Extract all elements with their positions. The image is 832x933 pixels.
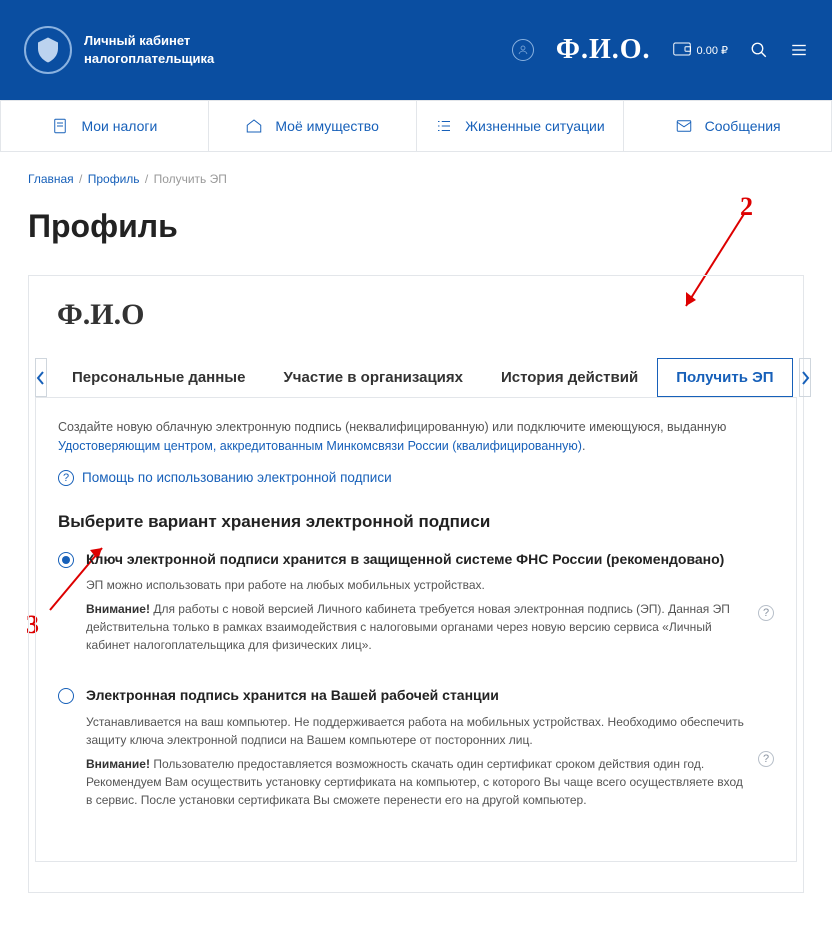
document-icon [51,117,69,135]
menu-icon[interactable] [790,41,808,59]
tab-get-ep[interactable]: Получить ЭП [657,358,792,397]
search-icon[interactable] [750,41,768,59]
intro-link[interactable]: Удостоверяющим центром, аккредитованным … [58,439,582,453]
profile-tabs: Персональные данные Участие в организаци… [53,358,793,397]
nav-label: Сообщения [705,118,781,134]
main-nav: Мои налоги Моё имущество Жизненные ситуа… [0,100,832,152]
emblem-icon [24,26,72,74]
nav-label: Моё имущество [275,118,379,134]
question-icon: ? [58,470,74,486]
nav-situations[interactable]: Жизненные ситуации [417,101,625,151]
breadcrumb-link[interactable]: Профиль [88,172,140,186]
option-desc: Устанавливается на ваш компьютер. Не под… [86,713,746,749]
logo[interactable]: Личный кабинет налогоплательщика [24,26,214,74]
option-title: Электронная подпись хранится на Вашей ра… [86,686,746,705]
breadcrumb: Главная / Профиль / Получить ЭП [28,172,804,186]
header: Личный кабинет налогоплательщика Ф.И.О. … [0,0,832,100]
wallet-icon [673,42,691,59]
avatar-icon[interactable] [512,39,534,61]
option-title: Ключ электронной подписи хранится в защи… [86,550,746,569]
breadcrumb-link[interactable]: Главная [28,172,74,186]
help-link[interactable]: Помощь по использованию электронной подп… [82,470,392,485]
option-desc: ЭП можно использовать при работе на любы… [86,576,746,594]
tab-history[interactable]: История действий [482,358,657,397]
tab-orgs[interactable]: Участие в организациях [264,358,482,397]
wallet-amount: 0.00 ₽ [697,44,728,57]
nav-property[interactable]: Моё имущество [209,101,417,151]
tab-panel: Создайте новую облачную электронную подп… [35,397,797,862]
radio-option-2[interactable] [58,688,74,704]
storage-option: Ключ электронной подписи хранится в защи… [58,550,774,661]
option-help-icon[interactable]: ? [758,751,774,767]
option-warning: Внимание! Пользователю предоставляется в… [86,755,746,809]
breadcrumb-current: Получить ЭП [154,172,227,186]
nav-messages[interactable]: Сообщения [624,101,831,151]
storage-option: Электронная подпись хранится на Вашей ра… [58,686,774,815]
intro-text: Создайте новую облачную электронную подп… [58,418,774,456]
radio-option-1[interactable] [58,552,74,568]
option-warning: Внимание! Для работы с новой версией Лич… [86,600,746,654]
tab-personal[interactable]: Персональные данные [53,358,264,397]
option-help-icon[interactable]: ? [758,605,774,621]
section-heading: Выберите вариант хранения электронной по… [58,512,774,532]
nav-label: Жизненные ситуации [465,118,605,134]
list-icon [435,117,453,135]
nav-taxes[interactable]: Мои налоги [1,101,209,151]
mail-icon [675,117,693,135]
wallet-button[interactable]: 0.00 ₽ [673,42,728,59]
profile-card: Ф.И.О Персональные данные Участие в орга… [28,275,804,893]
card-fio: Ф.И.О [57,298,775,332]
site-title: Личный кабинет налогоплательщика [84,32,214,68]
nav-label: Мои налоги [81,118,157,134]
tabs-scroll-right[interactable] [799,358,811,397]
tabs-scroll-left[interactable] [35,358,47,397]
header-fio: Ф.И.О. [556,34,651,66]
property-icon [245,117,263,135]
